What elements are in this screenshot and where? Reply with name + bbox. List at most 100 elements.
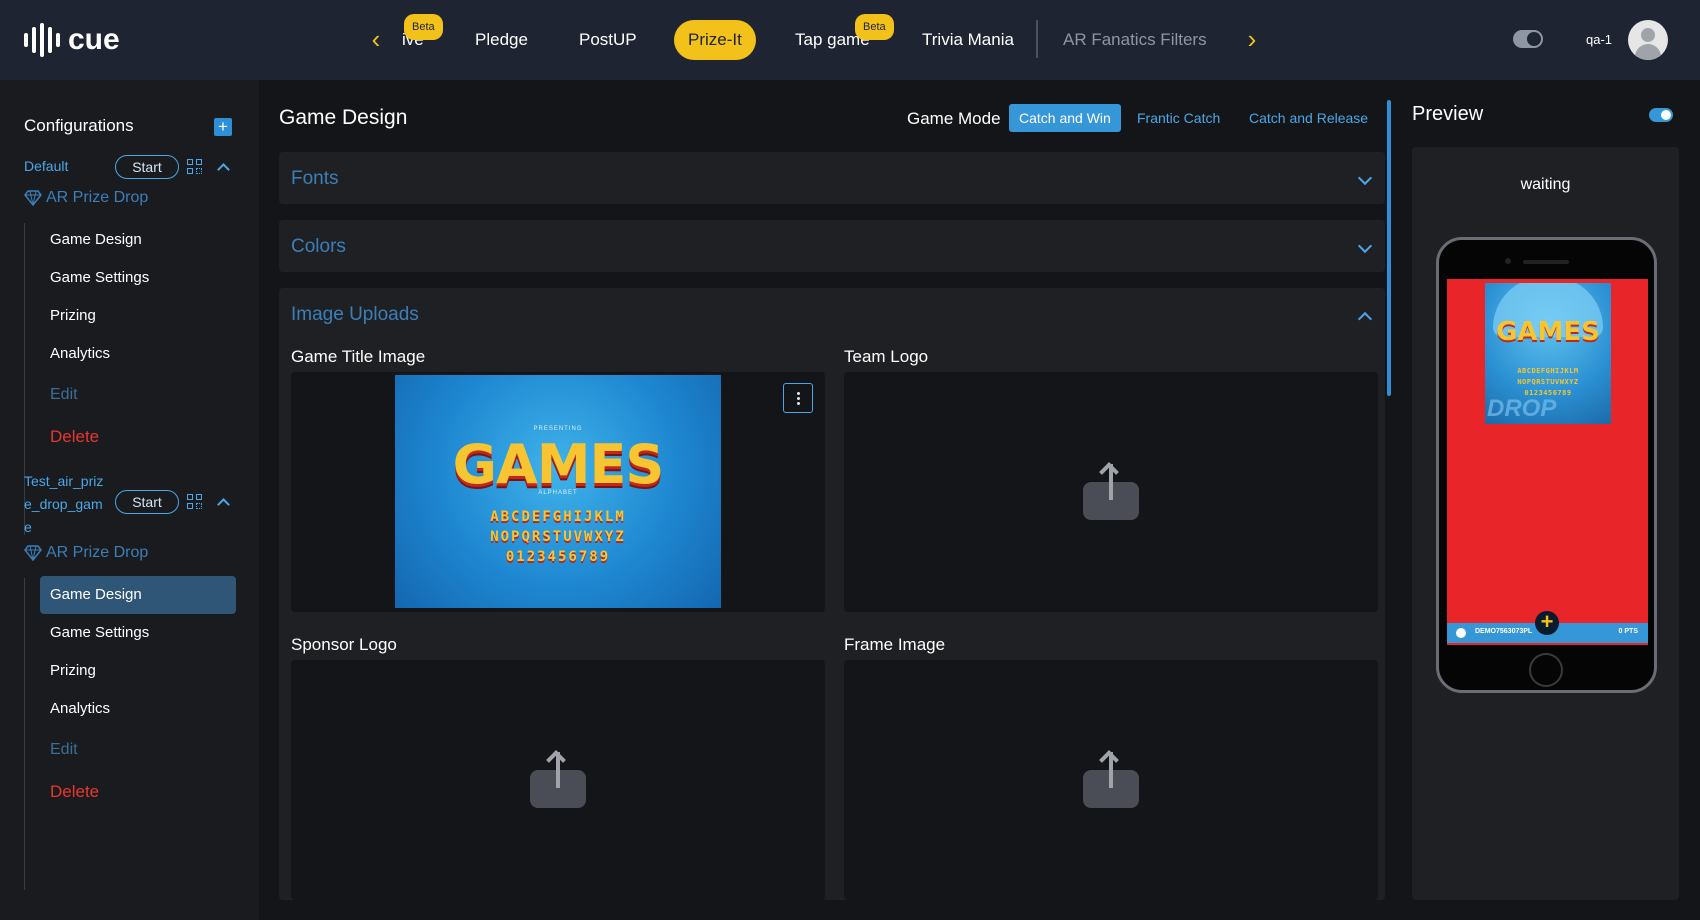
nav-item-label: Prize-It [688,30,742,49]
nav-item-live[interactable]: Beta ive [402,14,443,52]
fonts-panel-title[interactable]: Fonts [291,168,339,190]
tree-line [24,578,25,890]
colors-panel-title[interactable]: Colors [291,236,346,258]
image-uploads-panel: Image Uploads Game Title Image PRESENTIN… [279,288,1385,900]
menu-game-settings[interactable]: Game Settings [40,614,236,652]
config-name-test-air-prize-drop-game[interactable]: Test_air_priz e_drop_gam e [24,470,103,539]
menu-prizing[interactable]: Prizing [40,297,236,335]
mode-frantic-catch-button[interactable]: Frantic Catch [1127,104,1230,132]
expand-chevron-down-icon[interactable] [1357,172,1371,186]
config-type-text: AR Prize Drop [46,544,149,561]
nav-item-trivia-mania[interactable]: Trivia Mania [922,28,1014,52]
sponsor-logo-label: Sponsor Logo [291,635,397,654]
nav-item-postup[interactable]: PostUP [579,28,637,52]
preview-headline: GAMES [1496,317,1600,347]
qr-code-icon[interactable] [187,159,203,175]
nav-item-label: PostUP [579,30,637,49]
sponsor-logo-upload[interactable] [291,660,825,900]
config-type-text: AR Prize Drop [46,189,149,206]
beta-badge: Beta [404,14,443,40]
user-icon [1456,628,1466,638]
phone-home-button [1529,653,1563,687]
diamond-icon [24,190,42,206]
frame-image-label: Frame Image [844,635,946,654]
preview-alphabet-row: ABCDEFGHIJKLM [1517,367,1579,375]
logo-waveform-icon [24,23,60,57]
cue-logo[interactable]: cue [24,22,120,58]
qr-code-icon[interactable] [187,494,203,510]
phone-speaker [1523,260,1569,264]
top-bar: cue ‹ Beta ive Pledge PostUP Prize-It Be… [0,0,1700,80]
fonts-panel: Fonts [279,152,1385,204]
game-title-image-label: Game Title Image [291,347,426,366]
theme-toggle-icon[interactable] [1513,30,1543,48]
nav-item-tap-game[interactable]: Beta Tap game [795,14,894,52]
image-alphabet-row: 0123456789 [505,549,611,565]
config-type-label: AR Prize Drop [24,189,148,207]
game-title-image: PRESENTING GAMES ALPHABET ABCDEFGHIJKLM … [395,375,721,608]
avatar-head [1641,28,1655,42]
start-button[interactable]: Start [115,490,179,514]
nav-item-prize-it[interactable]: Prize-It [674,20,756,60]
config-name-line: e [24,519,32,535]
config-name-default[interactable]: Default [24,155,68,178]
image-options-kebab-icon[interactable] [783,383,813,413]
expand-chevron-down-icon[interactable] [1357,240,1371,254]
preview-title-image: GAMES ABCDEFGHIJKLM NOPQRSTUVWXYZ 012345… [1485,283,1611,424]
phone-camera [1505,258,1511,264]
image-uploads-panel-title[interactable]: Image Uploads [291,304,419,326]
avatar-body [1635,44,1661,60]
preview-toggle[interactable] [1649,108,1673,122]
image-alphabet-row: NOPQRSTUVWXYZ [490,529,626,545]
nav-item-label: Pledge [475,30,528,49]
nav-item-pledge[interactable]: Pledge [475,28,528,52]
menu-game-settings[interactable]: Game Settings [40,259,236,297]
config-name-line: e_drop_gam [24,496,103,512]
config-name-line: Test_air_priz [24,473,104,489]
team-logo-label: Team Logo [844,347,929,366]
upload-icon [1083,462,1139,520]
preview-user-code: DEMO7563073PL [1475,628,1533,635]
mode-catch-and-release-button[interactable]: Catch and Release [1239,104,1378,132]
menu-prizing[interactable]: Prizing [40,652,236,690]
collapse-chevron-up-icon[interactable] [216,160,230,174]
menu-edit[interactable]: Edit [40,376,236,414]
brand-name: cue [68,23,120,56]
collapse-chevron-up-icon[interactable] [216,495,230,509]
collapse-chevron-up-icon[interactable] [1357,308,1371,322]
upload-icon [1083,750,1139,808]
frame-image-upload[interactable] [844,660,1378,900]
upload-icon [530,750,586,808]
menu-delete[interactable]: Delete [40,418,236,456]
team-logo-upload[interactable] [844,372,1378,612]
mode-catch-and-win-button[interactable]: Catch and Win [1009,104,1121,132]
diamond-icon [24,545,42,561]
main-scrollbar[interactable] [1387,100,1391,396]
sidebar: Configurations + Default Start AR Prize … [0,80,259,920]
nav-next-arrow-icon[interactable]: › [1240,26,1264,52]
nav-item-label: Trivia Mania [922,30,1014,49]
avatar[interactable] [1628,20,1668,60]
menu-analytics[interactable]: Analytics [40,690,236,728]
nav-prev-arrow-icon[interactable]: ‹ [364,26,388,52]
add-configuration-button[interactable]: + [214,118,232,136]
start-button[interactable]: Start [115,155,179,179]
menu-edit[interactable]: Edit [40,731,236,769]
preview-points: 0 PTS [1618,628,1638,635]
page-title: Game Design [279,106,408,129]
menu-game-design[interactable]: Game Design [40,576,236,614]
username: qa-1 [1586,32,1613,47]
configurations-title: Configurations [24,116,134,135]
game-mode-label: Game Mode [907,109,1001,128]
menu-delete[interactable]: Delete [40,773,236,811]
preview-alphabet-row: NOPQRSTUVWXYZ [1517,378,1579,386]
menu-game-design[interactable]: Game Design [40,221,236,259]
preview-status: waiting [1520,176,1571,193]
preview-overlay-word: DROP [1487,395,1557,422]
game-title-image-upload[interactable]: PRESENTING GAMES ALPHABET ABCDEFGHIJKLM … [291,372,825,612]
plus-icon: + [1535,611,1559,635]
nav-divider [1036,20,1038,58]
nav-item-ar-fanatics-filters[interactable]: AR Fanatics Filters [1063,28,1207,52]
menu-analytics[interactable]: Analytics [40,335,236,373]
image-headline-text: GAMES [452,433,665,496]
